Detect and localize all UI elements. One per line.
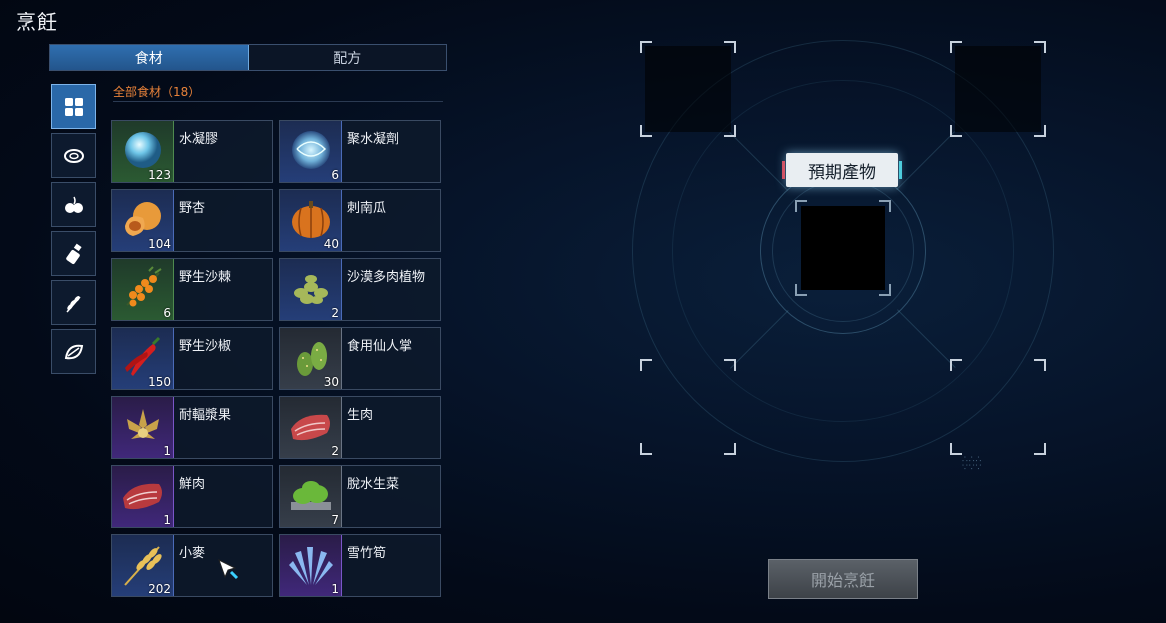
- ingredient-slot[interactable]: 1 鮮肉: [111, 465, 273, 528]
- meat-icon: [63, 148, 84, 163]
- category-sidebar: [51, 84, 98, 378]
- product-slot: [795, 200, 891, 296]
- pointer-cursor-icon: [218, 558, 239, 580]
- ingredient-name: 食用仙人掌: [347, 339, 413, 354]
- ingredient-name: 耐輻漿果: [179, 408, 232, 423]
- ingredient-name: 脫水生菜: [347, 477, 400, 492]
- ingredient-slot[interactable]: 30 食用仙人掌: [279, 327, 441, 390]
- ingredient-name: 聚水凝劑: [347, 132, 400, 147]
- lettuce-icon: 7: [280, 466, 342, 527]
- wheat-icon: 202: [112, 535, 174, 596]
- ingredient-name: 鮮肉: [179, 477, 206, 492]
- all-grid-icon: [64, 97, 83, 116]
- category-all-button[interactable]: [51, 84, 96, 129]
- berry-icon: 1: [112, 397, 174, 458]
- category-vegetable-button[interactable]: [51, 329, 96, 374]
- ingredient-slot[interactable]: 6 野生沙棘: [111, 258, 273, 321]
- vegetable-icon: [64, 344, 83, 359]
- sea-buckthorn-icon: 6: [112, 259, 174, 320]
- snow-bamboo-icon: 1: [280, 535, 342, 596]
- water-gel-icon: 123: [112, 121, 174, 182]
- fresh-meat-icon: 1: [112, 466, 174, 527]
- decorative-dots-icon: ∴∴∴ ∵∵∵: [962, 455, 983, 473]
- screen-title: 烹飪: [16, 10, 58, 34]
- succulent-icon: 2: [280, 259, 342, 320]
- fruit-icon: [64, 196, 83, 213]
- ingredient-name: 刺南瓜: [347, 201, 387, 216]
- ingredient-slot[interactable]: 1 雪竹筍: [279, 534, 441, 597]
- category-grain-button[interactable]: [51, 280, 96, 325]
- ingredient-slot-1[interactable]: [640, 41, 736, 137]
- ingredient-name: 生肉: [347, 408, 374, 423]
- ingredient-slot-2[interactable]: [950, 41, 1046, 137]
- ingredient-grid: 123 水凝膠 6 聚水凝劑 104 野杏 40 刺南瓜 6 野生沙棘 2 沙漠…: [111, 120, 445, 597]
- start-cooking-button[interactable]: 開始烹飪: [768, 559, 918, 599]
- ingredient-name: 小麥: [179, 546, 206, 561]
- ingredient-slot[interactable]: 104 野杏: [111, 189, 273, 252]
- category-fruit-button[interactable]: [51, 182, 96, 227]
- ingredient-name: 野生沙棘: [179, 270, 232, 285]
- ingredient-name: 水凝膠: [179, 132, 219, 147]
- ingredient-name: 雪竹筍: [347, 546, 387, 561]
- ingredient-slot[interactable]: 150 野生沙椒: [111, 327, 273, 390]
- pumpkin-icon: 40: [280, 190, 342, 251]
- tab-recipes[interactable]: 配方: [248, 45, 446, 70]
- ingredient-slot[interactable]: 7 脫水生菜: [279, 465, 441, 528]
- ingredient-name: 沙漠多肉植物: [347, 270, 426, 285]
- grain-icon: [65, 295, 81, 312]
- ingredient-slot[interactable]: 2 沙漠多肉植物: [279, 258, 441, 321]
- category-spice-button[interactable]: [51, 231, 96, 276]
- ingredient-slot-4[interactable]: [950, 359, 1046, 455]
- section-divider: [113, 101, 443, 102]
- tab-ingredients[interactable]: 食材: [50, 45, 249, 70]
- ingredient-name: 野杏: [179, 201, 206, 216]
- pepper-icon: 150: [112, 328, 174, 389]
- raw-meat-icon: 2: [280, 397, 342, 458]
- ingredient-count-label: 全部食材（18）: [113, 85, 201, 99]
- spice-icon: [65, 243, 82, 264]
- ingredient-slot[interactable]: 1 耐輻漿果: [111, 396, 273, 459]
- ingredient-name: 野生沙椒: [179, 339, 232, 354]
- ingredient-slot[interactable]: 6 聚水凝劑: [279, 120, 441, 183]
- cactus-icon: 30: [280, 328, 342, 389]
- apricot-icon: 104: [112, 190, 174, 251]
- water-agent-icon: 6: [280, 121, 342, 182]
- ingredient-slot[interactable]: 40 刺南瓜: [279, 189, 441, 252]
- ingredient-slot-3[interactable]: [640, 359, 736, 455]
- ingredient-slot[interactable]: 123 水凝膠: [111, 120, 273, 183]
- tab-bar: 食材 配方: [49, 44, 447, 71]
- ingredient-slot[interactable]: 202 小麥: [111, 534, 273, 597]
- ingredient-slot[interactable]: 2 生肉: [279, 396, 441, 459]
- expected-product-label: 預期產物: [782, 153, 902, 187]
- category-meat-button[interactable]: [51, 133, 96, 178]
